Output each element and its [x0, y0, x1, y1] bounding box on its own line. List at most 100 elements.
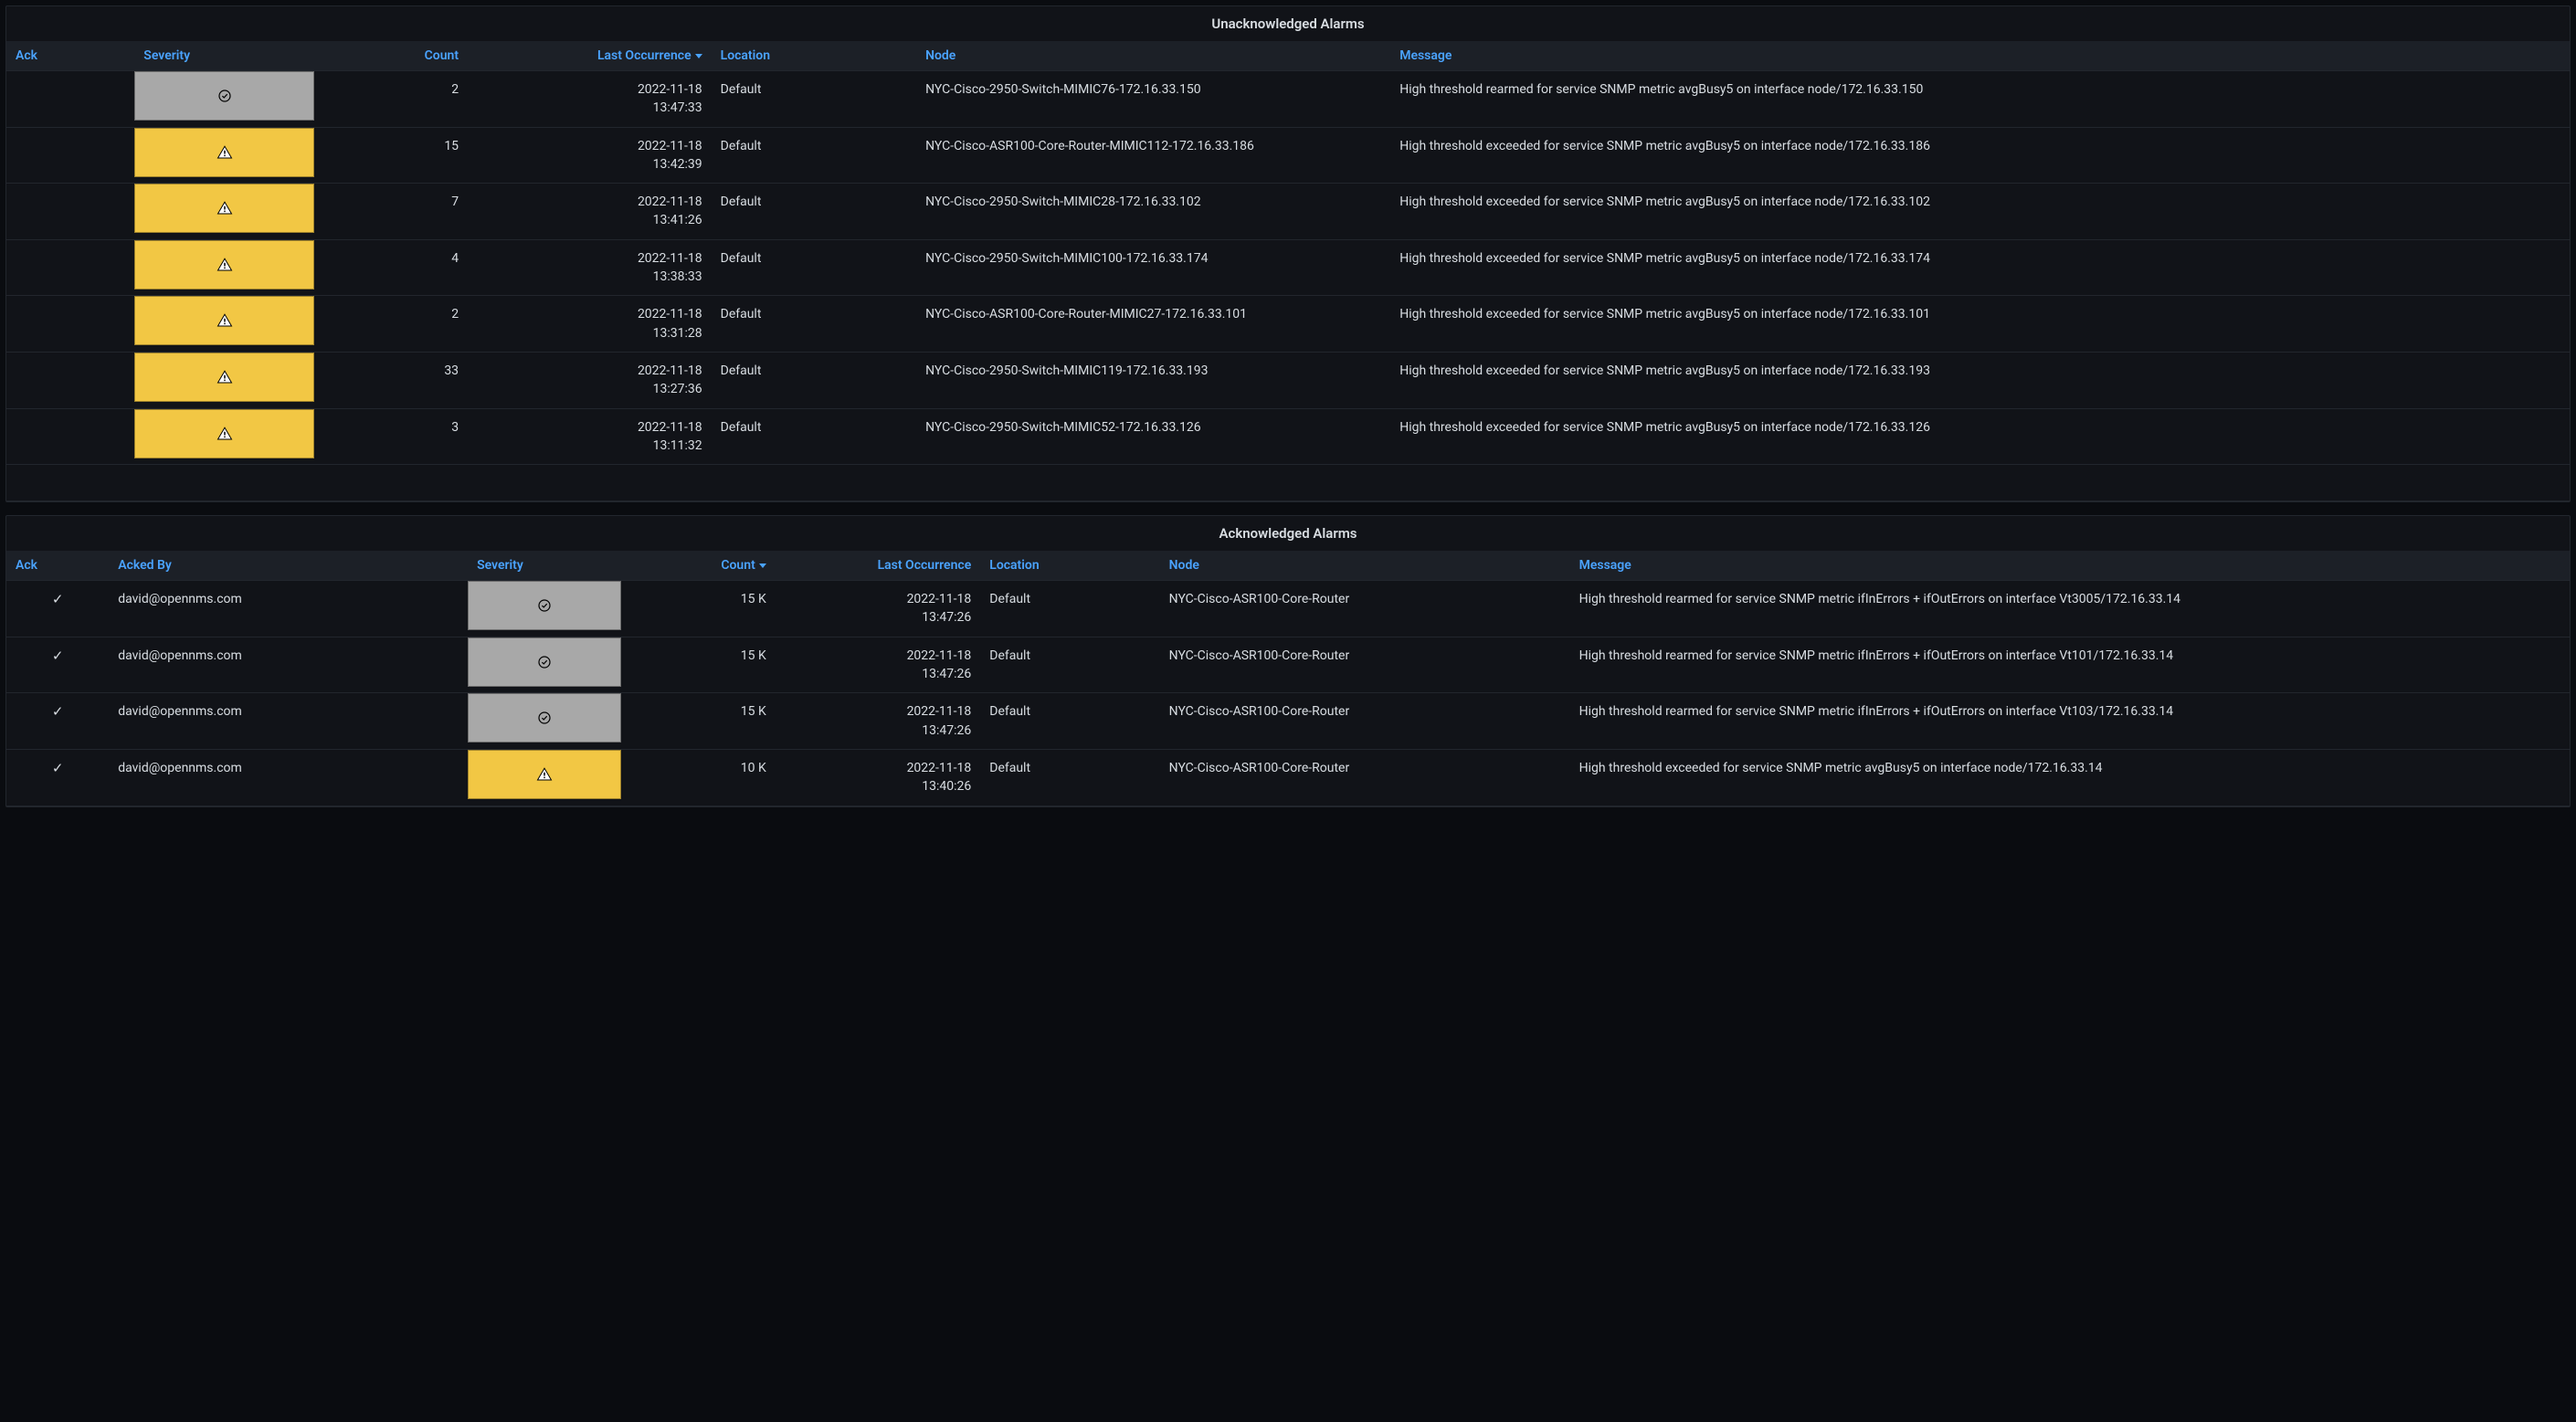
cell-severity — [468, 749, 621, 806]
cell-severity — [468, 637, 621, 693]
cell-ack: ✓ — [6, 637, 109, 693]
cell-last-occurrence: 2022-11-1813:47:26 — [776, 637, 980, 693]
col-severity[interactable]: Severity — [134, 41, 313, 71]
unacknowledged-alarms-panel: Unacknowledged Alarms Ack Severity Count… — [5, 5, 2571, 502]
table-row[interactable]: 32022-11-1813:11:32DefaultNYC-Cisco-2950… — [6, 408, 2570, 465]
warning-triangle-icon — [216, 369, 233, 385]
col-node[interactable]: Node — [916, 41, 1390, 71]
cell-count: 10 K — [621, 749, 775, 806]
col-node[interactable]: Node — [1160, 551, 1570, 581]
cell-last-occurrence: 2022-11-1813:47:33 — [468, 71, 712, 128]
col-location[interactable]: Location — [980, 551, 1159, 581]
table-row[interactable]: 72022-11-1813:41:26DefaultNYC-Cisco-2950… — [6, 184, 2570, 240]
cell-count: 15 — [314, 127, 468, 184]
cell-count: 3 — [314, 408, 468, 465]
cell-last-occurrence: 2022-11-1813:11:32 — [468, 408, 712, 465]
cell-message: High threshold exceeded for service SNMP… — [1390, 127, 2570, 184]
cell-location: Default — [712, 127, 916, 184]
cell-ack — [6, 127, 134, 184]
col-message[interactable]: Message — [1570, 551, 2570, 581]
cell-ack — [6, 352, 134, 408]
cell-location: Default — [980, 581, 1159, 637]
cell-count: 7 — [314, 184, 468, 240]
cell-message: High threshold exceeded for service SNMP… — [1390, 408, 2570, 465]
col-message[interactable]: Message — [1390, 41, 2570, 71]
cell-location: Default — [712, 71, 916, 128]
warning-triangle-icon — [216, 312, 233, 329]
cell-node: NYC-Cisco-ASR100-Core-Router — [1160, 637, 1570, 693]
cell-count: 33 — [314, 352, 468, 408]
cell-last-occurrence: 2022-11-1813:42:39 — [468, 127, 712, 184]
check-circle-icon — [536, 654, 553, 670]
cell-severity — [134, 239, 313, 296]
cell-node: NYC-Cisco-2950-Switch-MIMIC28-172.16.33.… — [916, 184, 1390, 240]
col-count[interactable]: Count — [314, 41, 468, 71]
cell-acked-by: david@opennms.com — [109, 749, 468, 806]
table-row[interactable]: ✓david@opennms.com15 K2022-11-1813:47:26… — [6, 581, 2570, 637]
cell-severity — [134, 71, 313, 128]
cell-count: 15 K — [621, 581, 775, 637]
cell-last-occurrence: 2022-11-1813:40:26 — [776, 749, 980, 806]
cell-message: High threshold exceeded for service SNMP… — [1390, 184, 2570, 240]
cell-ack: ✓ — [6, 749, 109, 806]
cell-severity — [134, 352, 313, 408]
cell-acked-by: david@opennms.com — [109, 637, 468, 693]
cell-last-occurrence: 2022-11-1813:31:28 — [468, 296, 712, 353]
panel-title: Acknowledged Alarms — [6, 516, 2570, 551]
cell-count: 2 — [314, 71, 468, 128]
cell-last-occurrence: 2022-11-1813:27:36 — [468, 352, 712, 408]
cell-location: Default — [712, 352, 916, 408]
cell-message: High threshold exceeded for service SNMP… — [1390, 296, 2570, 353]
cell-last-occurrence: 2022-11-1813:38:33 — [468, 239, 712, 296]
table-row[interactable]: ✓david@opennms.com15 K2022-11-1813:47:26… — [6, 693, 2570, 750]
col-last-occurrence-label: Last Occurrence — [597, 48, 692, 63]
cell-count: 2 — [314, 296, 468, 353]
col-last-occurrence[interactable]: Last Occurrence — [776, 551, 980, 581]
cell-message: High threshold exceeded for service SNMP… — [1390, 239, 2570, 296]
cell-location: Default — [712, 239, 916, 296]
cell-last-occurrence: 2022-11-1813:41:26 — [468, 184, 712, 240]
cell-ack: ✓ — [6, 581, 109, 637]
sort-caret-down-icon — [695, 54, 702, 58]
col-count-label: Count — [721, 558, 755, 573]
cell-location: Default — [712, 296, 916, 353]
col-count[interactable]: Count — [621, 551, 775, 581]
cell-severity — [468, 581, 621, 637]
check-circle-icon — [536, 710, 553, 726]
cell-ack — [6, 71, 134, 128]
table-row[interactable]: ✓david@opennms.com 15 K2022-11-1813:47:26… — [6, 637, 2570, 693]
table-row[interactable]: 42022-11-1813:38:33DefaultNYC-Cisco-2950… — [6, 239, 2570, 296]
check-circle-icon — [536, 597, 553, 614]
warning-triangle-icon — [216, 257, 233, 273]
cell-count: 15 K — [621, 637, 775, 693]
col-ack[interactable]: Ack — [6, 41, 134, 71]
table-row[interactable]: 22022-11-1813:31:28DefaultNYC-Cisco-ASR1… — [6, 296, 2570, 353]
table-row[interactable]: 22022-11-1813:47:33DefaultNYC-Cisco-2950… — [6, 71, 2570, 128]
acknowledged-alarms-table: Ack Acked By Severity Count Last Occurre… — [6, 551, 2570, 806]
cell-message: High threshold exceeded for service SNMP… — [1570, 749, 2570, 806]
unacknowledged-alarms-table: Ack Severity Count Last Occurrence Locat… — [6, 41, 2570, 501]
cell-node: NYC-Cisco-ASR100-Core-Router — [1160, 581, 1570, 637]
col-severity[interactable]: Severity — [468, 551, 621, 581]
cell-severity — [134, 296, 313, 353]
cell-message: High threshold rearmed for service SNMP … — [1570, 581, 2570, 637]
warning-triangle-icon — [216, 426, 233, 442]
cell-message: High threshold rearmed for service SNMP … — [1390, 71, 2570, 128]
warning-triangle-icon — [216, 144, 233, 161]
cell-acked-by: david@opennms.com — [109, 581, 468, 637]
cell-location: Default — [712, 184, 916, 240]
cell-location: Default — [980, 693, 1159, 750]
col-last-occurrence[interactable]: Last Occurrence — [468, 41, 712, 71]
cell-location: Default — [980, 749, 1159, 806]
table-row[interactable]: 332022-11-1813:27:36DefaultNYC-Cisco-295… — [6, 352, 2570, 408]
table-row[interactable]: 152022-11-1813:42:39DefaultNYC-Cisco-ASR… — [6, 127, 2570, 184]
table-header-row: Ack Acked By Severity Count Last Occurre… — [6, 551, 2570, 581]
table-row[interactable]: ✓david@opennms.com 10 K2022-11-1813:40:26… — [6, 749, 2570, 806]
cell-ack — [6, 239, 134, 296]
cell-severity — [134, 184, 313, 240]
cell-ack — [6, 408, 134, 465]
col-ack[interactable]: Ack — [6, 551, 109, 581]
col-acked-by[interactable]: Acked By — [109, 551, 468, 581]
cell-message: High threshold rearmed for service SNMP … — [1570, 637, 2570, 693]
col-location[interactable]: Location — [712, 41, 916, 71]
